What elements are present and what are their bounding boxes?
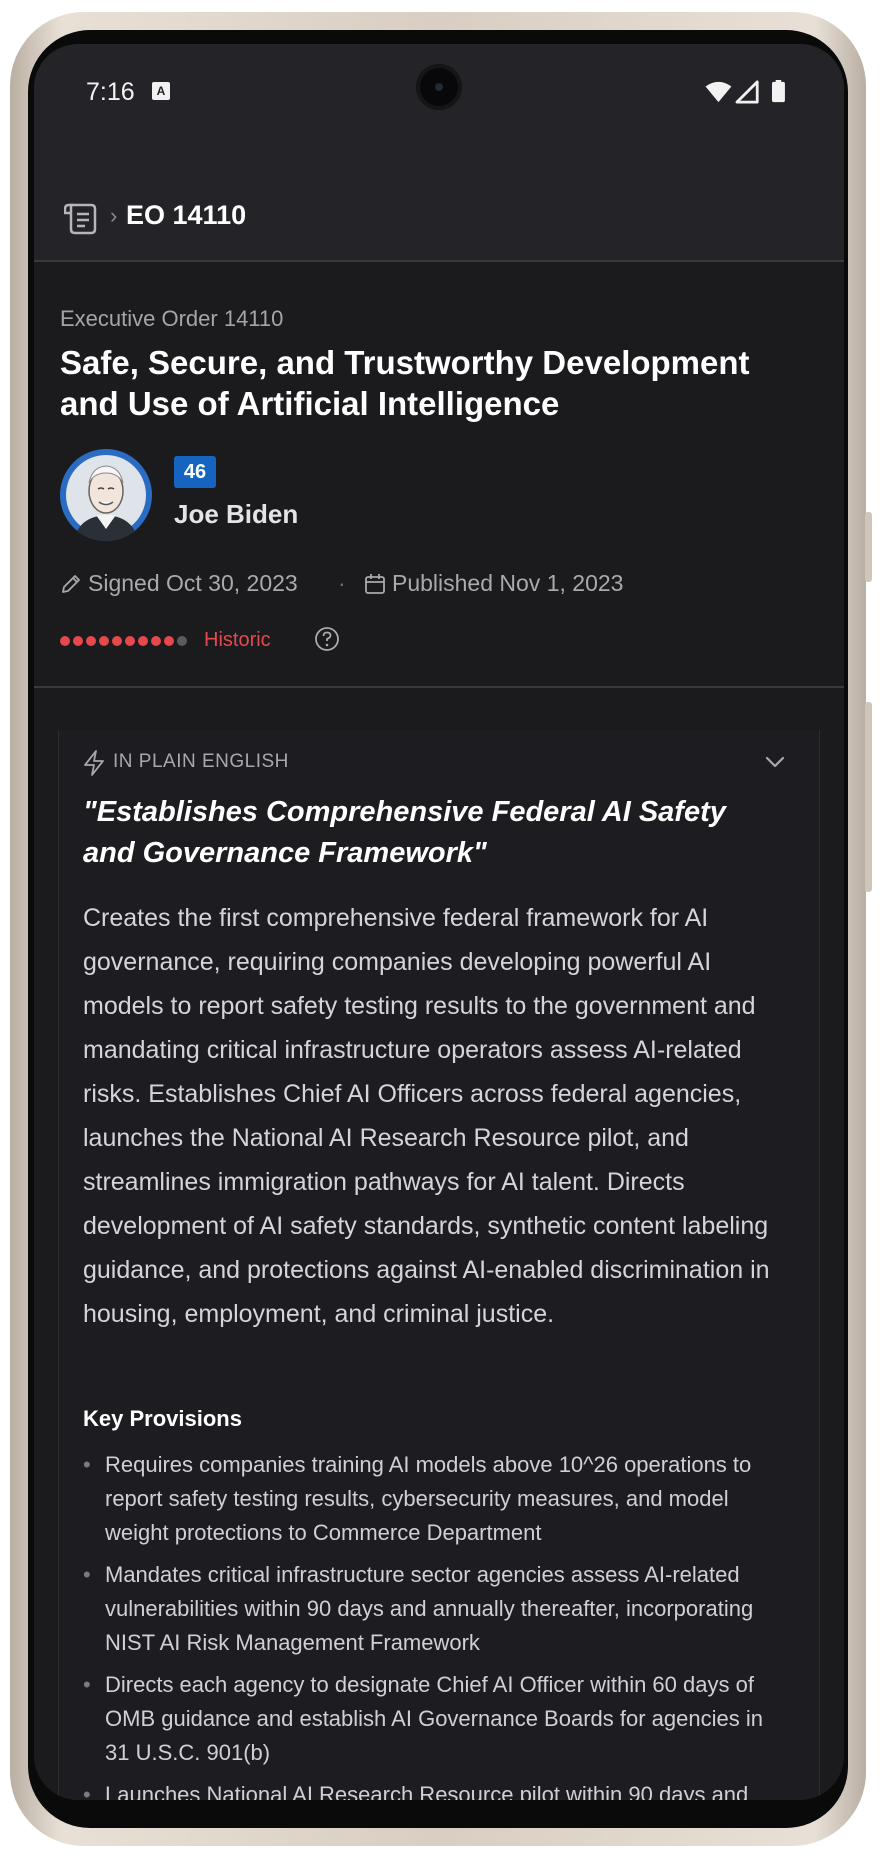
app-header: › EO 14110 [34,140,844,262]
chevron-down-icon[interactable] [765,756,785,768]
screen: 7:16 A › EO 14110 Executive Order 14110 … [34,44,844,1800]
list-item: • Launches National AI Research Resource … [83,1778,783,1800]
avatar [60,449,152,541]
significance-dot-filled [86,636,96,646]
section-divider [34,686,844,688]
significance-label: Historic [204,629,271,651]
significance-dot-filled [60,636,70,646]
help-icon[interactable] [314,626,340,652]
plain-english-summary: Creates the first comprehensive federal … [83,904,770,1328]
order-title: Safe, Secure, and Trustworthy Developmen… [60,344,750,422]
key-provisions-list: • Requires companies training AI models a… [83,1448,783,1800]
status-icons [705,80,785,104]
significance-dot-filled [138,636,148,646]
calendar-icon [365,574,385,594]
president-portrait-icon [60,449,152,541]
plain-english-card: IN PLAIN ENGLISH "Establishes Comprehens… [58,730,820,1800]
key-provisions-title: Key Provisions [83,1406,242,1431]
signal-icon [735,80,759,104]
section-label: IN PLAIN ENGLISH [113,751,289,772]
side-button-volume [865,702,872,892]
plain-english-headline: "Establishes Comprehensive Federal AI Sa… [83,796,726,869]
meta-separator: · [338,570,346,596]
significance-dot-empty [177,636,187,646]
scroll-icon[interactable] [64,202,100,236]
front-camera [416,64,462,110]
provision-text: Requires companies training AI models ab… [105,1452,752,1545]
provision-text: Launches National AI Research Resource p… [105,1782,749,1800]
wifi-icon [705,81,732,103]
provision-text: Directs each agency to designate Chief A… [105,1672,763,1765]
president-number-badge: 46 [174,456,216,488]
significance-dot-filled [73,636,83,646]
breadcrumb-separator: › [110,203,118,228]
pencil-icon [62,575,80,593]
president-name: Joe Biden [174,499,299,529]
lightning-icon [84,750,104,776]
list-item: • Requires companies training AI models a… [83,1452,752,1545]
published-date: Published Nov 1, 2023 [392,570,624,596]
notification-a-icon: A [152,82,170,100]
significance-dot-filled [99,636,109,646]
significance-dot-filled [164,636,174,646]
list-item: • Mandates critical infrastructure sector… [83,1562,754,1655]
signed-date: Signed Oct 30, 2023 [88,570,298,596]
order-label: Executive Order 14110 [60,306,284,331]
battery-icon [772,81,785,103]
significance-dot-filled [112,636,122,646]
significance-dot-filled [151,636,161,646]
list-item: • Directs each agency to designate Chief … [83,1672,763,1765]
provision-text: Mandates critical infrastructure sector … [105,1562,754,1655]
significance-dot-filled [125,636,135,646]
status-time: 7:16 [86,78,135,106]
page-title: EO 14110 [126,200,247,230]
status-bar: 7:16 A [34,44,844,140]
side-button-power [865,512,872,582]
